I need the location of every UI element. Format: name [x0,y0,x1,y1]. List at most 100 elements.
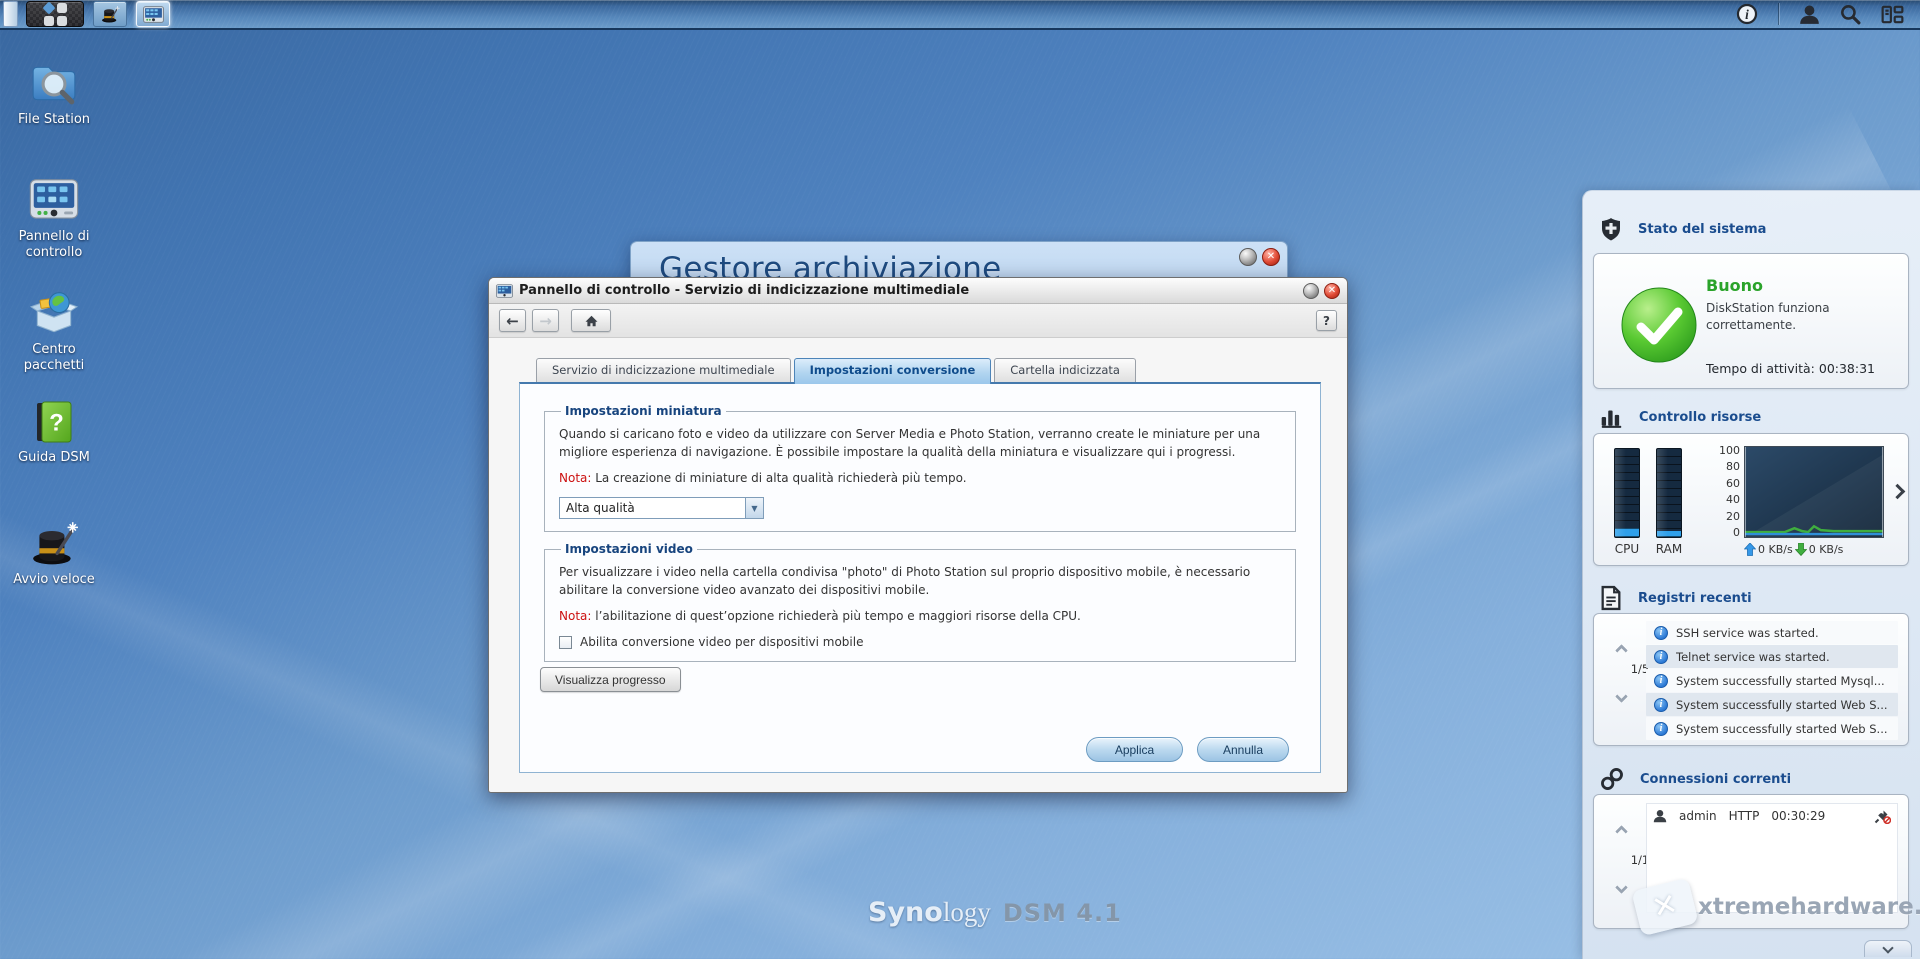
sidebar-collapse-tab[interactable] [1864,940,1912,957]
home-button[interactable] [571,309,611,332]
quick-start-hat-icon [33,522,78,565]
desktop-icon-label: Guida DSM [18,450,90,465]
close-icon[interactable]: ✕ [1324,282,1340,299]
tab-strip: Servizio di indicizzazione multimediale … [536,358,1139,384]
show-desktop-button[interactable] [3,1,18,27]
status-ok-icon [1621,287,1697,363]
connection-protocol: HTTP [1728,809,1760,823]
group-description: Per visualizzare i video nella cartella … [559,565,1251,597]
desktop-icon-file-station[interactable]: File Station [2,58,106,128]
dialog-titlebar[interactable]: Pannello di controllo - Servizio di indi… [489,278,1347,304]
note-line: Nota: l’abilitazione di quest’opzione ri… [559,609,1281,623]
forward-button[interactable]: → [532,309,559,332]
search-icon[interactable] [1840,4,1861,25]
desktop-icon-quick-start[interactable]: Avvio veloce [2,518,106,588]
select-value: Alta qualità [566,501,635,515]
cpu-gauge [1614,448,1640,538]
dsm-version: DSM 4.1 [1002,899,1122,927]
page-up-icon[interactable] [1615,825,1628,838]
log-document-icon [1601,585,1621,611]
control-panel-dialog: Pannello di controllo - Servizio di indi… [488,277,1348,793]
taskbar-control-panel-button[interactable] [136,1,170,27]
info-icon[interactable]: i [1736,3,1758,25]
ram-label: RAM [1655,542,1683,556]
taskbar-divider [1778,3,1779,25]
thumbnail-quality-select[interactable]: Alta qualità ▼ [559,497,764,519]
status-text: Buono [1706,276,1763,295]
axis-tick: 60 [1726,476,1740,490]
widget-title: Stato del sistema [1638,222,1767,237]
view-progress-button[interactable]: Visualizza progresso [540,667,681,692]
log-row[interactable]: i System successfully started Web S... [1646,693,1898,716]
axis-tick: 20 [1726,509,1740,523]
package-center-icon [29,292,79,333]
tab-conversion-settings[interactable]: Impostazioni conversione [793,358,992,384]
desktop-icon-label: File Station [17,112,91,127]
page-down-icon[interactable] [1615,881,1628,894]
info-icon: i [1654,721,1668,736]
network-axis: 100 80 60 40 20 0 [1698,444,1740,539]
mobile-conversion-checkbox[interactable] [559,635,572,649]
svg-text:?: ? [49,410,64,437]
thumbnail-settings-group: Impostazioni miniatura Quando si carican… [544,404,1296,532]
disconnect-icon[interactable] [1874,808,1891,824]
download-speed: 0 KB/s [1808,543,1844,556]
log-row[interactable]: i SSH service was started. [1646,621,1898,644]
widgets-panel-icon[interactable] [1881,4,1904,25]
info-icon: i [1654,649,1668,664]
dialog-title: Pannello di controllo - Servizio di indi… [519,283,970,298]
info-icon: i [1654,673,1668,688]
dialog-toolbar: ← → ? [489,304,1347,338]
minimize-button[interactable] [1239,248,1257,266]
mobile-conversion-row: Abilita conversione video per dispositiv… [559,635,1281,649]
log-text: SSH service was started. [1676,625,1819,640]
dialog-content: Servizio di indicizzazione multimediale … [489,338,1347,792]
group-legend: Impostazioni video [565,542,693,556]
cancel-button[interactable]: Annulla [1197,737,1289,762]
svg-text:i: i [1745,7,1749,22]
widgets-sidebar: Stato del sistema Buono DiskStation funz… [1582,190,1920,959]
minimize-button[interactable] [1303,282,1319,299]
axis-tick: 80 [1726,460,1740,474]
close-icon[interactable]: ✕ [1262,248,1280,266]
note-label: Nota: [559,471,592,485]
file-station-icon [32,66,76,105]
connection-time: 00:30:29 [1771,809,1826,823]
tab-media-indexing-service[interactable]: Servizio di indicizzazione multimediale [536,358,791,382]
taskbar-quick-start-button[interactable] [93,1,127,27]
cpu-label: CPU [1614,542,1640,556]
user-icon [1653,810,1667,823]
checkbox-label: Abilita conversione video per dispositiv… [580,635,864,649]
status-description: DiskStation funziona correttamente. [1706,301,1830,332]
user-icon[interactable] [1799,4,1820,25]
back-button[interactable]: ← [499,309,526,332]
taskbar: i [0,0,1920,30]
desktop-icon-package-center[interactable]: Centro pacchetti [2,288,106,375]
main-menu-button[interactable] [26,0,84,27]
page-up-icon[interactable] [1615,644,1628,657]
desktop-icon-control-panel[interactable]: Pannello di controllo [2,175,106,262]
uptime-text: Tempo di attività: 00:38:31 [1706,361,1876,376]
log-row[interactable]: i System successfully started Mysql... [1646,669,1898,692]
chevron-down-icon[interactable]: ▼ [745,498,763,518]
upload-speed: 0 KB/s [1758,543,1793,556]
apply-button[interactable]: Applica [1086,737,1183,762]
desktop-icon-label: Avvio veloce [13,572,95,587]
expand-chevron-icon[interactable] [1889,483,1906,500]
log-row[interactable]: i Telnet service was started. [1646,645,1898,668]
network-graph [1744,446,1884,538]
tab-indexed-folder[interactable]: Cartella indicizzata [994,358,1136,382]
page-down-icon[interactable] [1615,690,1628,703]
resource-monitor-header: Controllo risorse [1599,405,1761,429]
shield-icon [1602,218,1620,241]
axis-tick: 0 [1733,525,1740,539]
desktop-icon-dsm-help[interactable]: ? Guida DSM [2,398,106,466]
log-row[interactable]: i System successfully started Web S... [1646,717,1898,740]
log-text: System successfully started Mysql... [1676,673,1885,688]
log-list: i SSH service was started. i Telnet servic… [1646,621,1898,741]
connection-row[interactable]: admin HTTP 00:30:29 [1647,804,1897,828]
help-button[interactable]: ? [1316,310,1337,331]
main-menu-grid-icon [41,0,67,26]
note-line: Nota: La creazione di miniature di alta … [559,471,1281,485]
ram-gauge [1656,448,1682,538]
